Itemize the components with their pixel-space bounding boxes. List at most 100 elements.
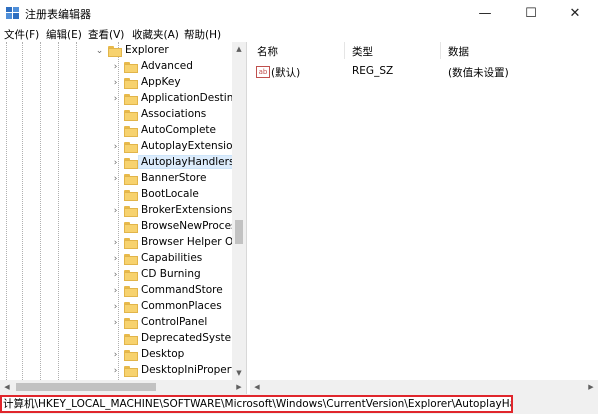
tree-node[interactable]: › AutoplayExtensions xyxy=(0,139,245,155)
registry-path: 计算机\HKEY_LOCAL_MACHINE\SOFTWARE\Microsof… xyxy=(0,395,513,413)
tree-node[interactable]: Associations xyxy=(0,107,232,123)
folder-icon xyxy=(124,206,138,217)
chevron-right-icon[interactable]: › xyxy=(111,237,120,249)
tree-node-label: BrowseNewProcess xyxy=(141,220,242,232)
tree-node-explorer[interactable]: ⌄ Explorer xyxy=(0,43,232,59)
folder-icon xyxy=(124,174,138,185)
minimize-button[interactable]: — xyxy=(462,0,508,26)
tree-node[interactable]: › Capabilities xyxy=(0,251,232,267)
scroll-right-icon[interactable]: ▶ xyxy=(232,380,246,394)
tree-node-label: Browser Helper Obj xyxy=(141,236,243,248)
tree-node[interactable]: › ApplicationDestinati xyxy=(0,91,246,107)
close-button[interactable]: ✕ xyxy=(552,0,598,26)
chevron-down-icon[interactable]: ⌄ xyxy=(95,45,104,57)
status-bar: 计算机\HKEY_LOCAL_MACHINE\SOFTWARE\Microsof… xyxy=(0,394,598,414)
registry-tree[interactable]: ⌄ Explorer › Advanced › AppKey › ApplicationD… xyxy=(0,42,246,380)
column-header-name[interactable]: 名称 xyxy=(257,44,278,59)
tree-node[interactable]: › CommandStore xyxy=(0,283,232,299)
tree-node[interactable]: DeprecatedSystemF xyxy=(0,331,246,347)
tree-node[interactable]: BrowseNewProcess xyxy=(0,219,242,235)
folder-icon xyxy=(124,318,138,329)
tree-node[interactable]: › BannerStore xyxy=(0,171,232,187)
chevron-right-icon[interactable]: › xyxy=(111,285,120,297)
chevron-right-icon[interactable]: › xyxy=(111,157,120,169)
folder-icon xyxy=(124,126,138,137)
chevron-right-icon[interactable]: › xyxy=(111,365,120,377)
menu-view[interactable]: 查看(V) xyxy=(88,27,124,42)
folder-icon xyxy=(124,94,138,105)
chevron-right-icon[interactable]: › xyxy=(111,173,120,185)
scrollbar-thumb[interactable] xyxy=(16,383,156,391)
values-list[interactable]: 名称 类型 数据 ab (默认) REG_SZ (数值未设置) xyxy=(250,42,598,394)
tree-node[interactable]: BootLocale xyxy=(0,187,232,203)
tree-vertical-scrollbar[interactable]: ▲ ▼ xyxy=(232,42,246,380)
column-header-type[interactable]: 类型 xyxy=(352,44,373,59)
tree-node[interactable]: › CommonPlaces xyxy=(0,299,232,315)
chevron-right-icon[interactable]: › xyxy=(111,301,120,313)
tree-node-label: BannerStore xyxy=(141,172,207,184)
window-title: 注册表编辑器 xyxy=(25,8,91,21)
chevron-right-icon[interactable]: › xyxy=(111,253,120,265)
tree-node[interactable]: AutoComplete xyxy=(0,123,232,139)
folder-icon xyxy=(108,46,122,57)
column-divider[interactable] xyxy=(344,42,345,59)
chevron-right-icon[interactable]: › xyxy=(111,61,120,73)
tree-node[interactable]: › AutoplayHandlers xyxy=(0,155,238,171)
folder-icon xyxy=(124,350,138,361)
chevron-right-icon[interactable]: › xyxy=(111,141,120,153)
tree-node-label: BrokerExtensions xyxy=(141,204,233,216)
chevron-right-icon[interactable]: › xyxy=(111,77,120,89)
scroll-down-icon[interactable]: ▼ xyxy=(232,366,246,380)
tree-node[interactable]: › Browser Helper Obj xyxy=(0,235,243,251)
tree-node[interactable]: › Desktop xyxy=(0,347,232,363)
tree-node[interactable]: › AppKey xyxy=(0,75,232,91)
menu-file[interactable]: 文件(F) xyxy=(4,27,39,42)
folder-icon xyxy=(124,62,138,73)
tree-node-label: AppKey xyxy=(141,76,181,88)
column-divider[interactable] xyxy=(440,42,441,59)
folder-icon xyxy=(124,286,138,297)
chevron-right-icon[interactable]: › xyxy=(111,317,120,329)
scroll-left-icon[interactable]: ◀ xyxy=(250,380,264,394)
menu-edit[interactable]: 编辑(E) xyxy=(46,27,82,42)
maximize-button[interactable]: ☐ xyxy=(508,0,554,26)
folder-icon xyxy=(124,158,138,169)
chevron-right-icon[interactable]: › xyxy=(111,349,120,361)
value-type: REG_SZ xyxy=(352,65,394,77)
folder-icon xyxy=(124,78,138,89)
tree-node[interactable]: › BrokerExtensions xyxy=(0,203,232,219)
tree-node-label: DesktopIniProperty xyxy=(141,364,242,376)
tree-node-label: Capabilities xyxy=(141,252,203,264)
folder-icon xyxy=(124,366,138,377)
tree-node-label: AutoplayHandlers xyxy=(137,155,238,169)
menu-bar: 文件(F) 编辑(E) 查看(V) 收藏夹(A) 帮助(H) xyxy=(0,26,598,42)
folder-icon xyxy=(124,270,138,281)
menu-help[interactable]: 帮助(H) xyxy=(184,27,221,42)
tree-node-label: CommandStore xyxy=(141,284,223,296)
title-bar: 注册表编辑器 — ☐ ✕ xyxy=(0,0,598,26)
tree-node[interactable]: › DesktopIniProperty xyxy=(0,363,241,379)
chevron-right-icon[interactable]: › xyxy=(111,205,120,217)
tree-horizontal-scrollbar[interactable]: ◀ ▶ xyxy=(0,380,246,394)
folder-icon xyxy=(124,254,138,265)
menu-favorites[interactable]: 收藏夹(A) xyxy=(132,27,179,42)
scroll-right-icon[interactable]: ▶ xyxy=(584,380,598,394)
tree-node-label: Desktop xyxy=(141,348,185,360)
chevron-right-icon[interactable]: › xyxy=(111,269,120,281)
scrollbar-thumb[interactable] xyxy=(235,220,243,244)
tree-node[interactable]: › ControlPanel xyxy=(0,315,232,331)
list-horizontal-scrollbar[interactable]: ◀ ▶ xyxy=(250,380,598,394)
tree-node-label: CD Burning xyxy=(141,268,201,280)
tree-node[interactable]: › CD Burning xyxy=(0,267,232,283)
folder-icon xyxy=(124,142,138,153)
tree-node-label: AutoplayExtensions xyxy=(141,140,245,152)
column-header-data[interactable]: 数据 xyxy=(448,44,469,59)
scroll-up-icon[interactable]: ▲ xyxy=(232,42,246,56)
value-data: (数值未设置) xyxy=(448,67,509,79)
value-row[interactable]: ab (默认) REG_SZ (数值未设置) xyxy=(250,64,598,80)
tree-node[interactable]: › Advanced xyxy=(0,59,232,75)
minimize-icon: — xyxy=(478,5,492,21)
chevron-right-icon[interactable]: › xyxy=(111,93,120,105)
scroll-left-icon[interactable]: ◀ xyxy=(0,380,14,394)
folder-icon xyxy=(124,302,138,313)
